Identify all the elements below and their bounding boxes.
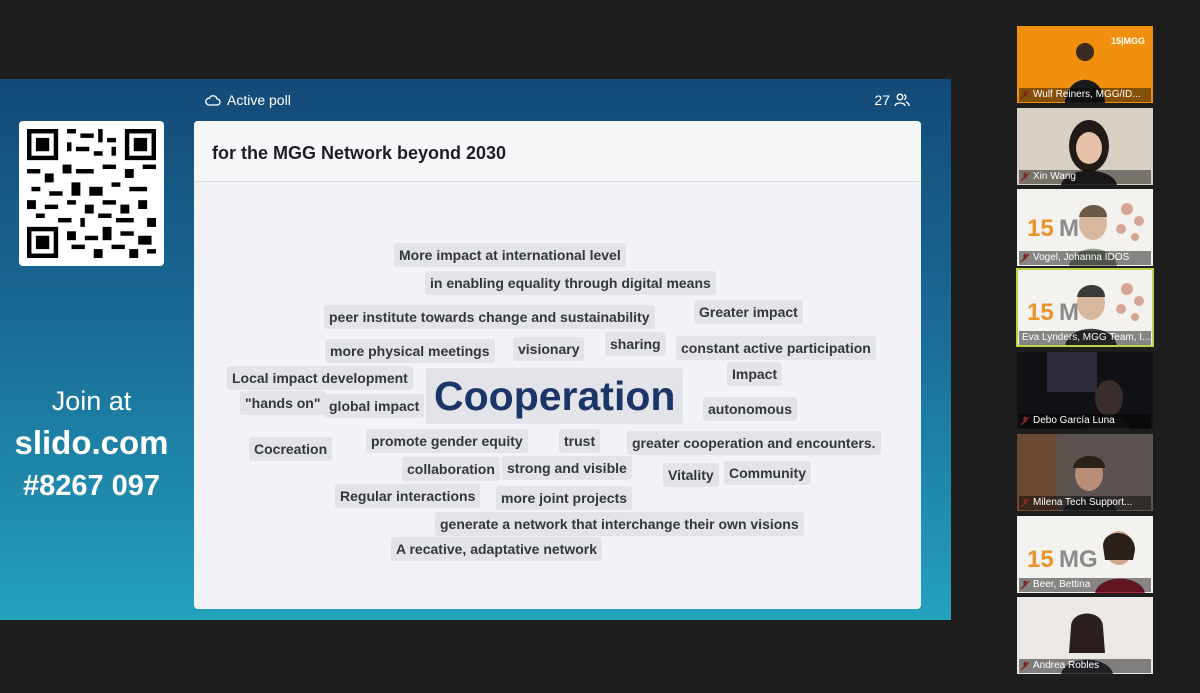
logo-text: M — [1059, 215, 1079, 242]
word-cloud-item-top: Cooperation — [426, 368, 684, 424]
word-cloud-item: collaboration — [402, 457, 500, 481]
poll-question-bar: for the MGG Network beyond 2030 — [194, 121, 921, 182]
participant-name: Debo García Luna — [1019, 414, 1151, 428]
word-cloud-item: "hands on" — [240, 391, 326, 415]
word-cloud-item: global impact — [324, 394, 425, 418]
word-cloud-item: strong and visible — [502, 456, 632, 480]
word-cloud-item: more physical meetings — [325, 339, 495, 363]
word-cloud-item: constant active participation — [676, 336, 876, 360]
word-cloud-item: A recative, adaptative network — [391, 537, 603, 561]
participant-tile[interactable]: 15|MGG Wulf Reiners, MGG/ID... — [1017, 26, 1153, 103]
participant-tile[interactable]: Debo García Luna — [1017, 352, 1153, 429]
logo-text: MG — [1059, 546, 1098, 573]
word-cloud-item: autonomous — [703, 397, 797, 421]
join-at-label: Join at — [51, 386, 132, 416]
participant-name: Vogel, Johanna IDOS — [1019, 251, 1151, 265]
participants-icon — [894, 93, 910, 107]
word-cloud-item: more joint projects — [496, 486, 633, 510]
participant-name: Milena Tech Support... — [1019, 496, 1151, 510]
participant-count: 27 — [874, 92, 890, 108]
word-cloud-item: Greater impact — [694, 300, 803, 324]
word-cloud-item: visionary — [513, 337, 585, 361]
participant-tile-active-speaker[interactable]: 15 M Eva Lynders, MGG Team, I... — [1016, 268, 1154, 347]
participant-tile[interactable]: Milena Tech Support... — [1017, 434, 1153, 511]
word-cloud-item: generate a network that interchange thei… — [435, 512, 804, 536]
word-cloud-item: Cocreation — [249, 437, 333, 461]
logo-text: 15 — [1027, 299, 1054, 326]
poll-header: Active poll 27 — [205, 91, 910, 111]
poll-question: for the MGG Network beyond 2030 — [212, 143, 507, 163]
participant-name: Eva Lynders, MGG Team, I... — [1019, 331, 1151, 345]
qr-code-icon — [27, 129, 156, 258]
logo-text: 15 — [1027, 215, 1054, 242]
participant-name: Beer, Bettina — [1019, 578, 1151, 592]
word-cloud-item: trust — [559, 429, 601, 453]
word-cloud-item: Impact — [727, 362, 783, 386]
join-code: #8267 097 — [22, 470, 161, 502]
participant-name: Wulf Reiners, MGG/ID... — [1019, 88, 1151, 102]
word-cloud-item: sharing — [605, 332, 666, 356]
logo-text: 15|MGG — [1110, 36, 1145, 46]
word-cloud-item: Vitality — [663, 463, 719, 487]
word-cloud-item: Regular interactions — [335, 484, 481, 508]
join-url: slido.com — [14, 424, 169, 461]
participant-tile[interactable]: 15 MG Beer, Bettina — [1017, 516, 1153, 593]
participant-tile[interactable]: Xin Wang — [1017, 108, 1153, 185]
cloud-icon — [205, 95, 221, 106]
poll-card: for the MGG Network beyond 2030 More imp… — [194, 121, 921, 609]
participant-tile[interactable]: Andrea Robles — [1017, 597, 1153, 674]
participant-name: Xin Wang — [1019, 170, 1151, 184]
word-cloud-item: peer institute towards change and sustai… — [324, 305, 655, 329]
word-cloud-item: promote gender equity — [366, 429, 528, 453]
qr-code — [19, 121, 164, 266]
participant-tile[interactable]: 15 M Vogel, Johanna IDOS — [1017, 189, 1153, 266]
word-cloud-item: Community — [724, 461, 811, 485]
logo-text: 15 — [1027, 546, 1054, 573]
word-cloud-item: in enabling equality through digital mea… — [425, 271, 716, 295]
word-cloud-item: greater cooperation and encounters. — [627, 431, 881, 455]
word-cloud-item: More impact at international level — [394, 243, 626, 267]
logo-text: M — [1059, 299, 1079, 326]
poll-status: Active poll — [227, 92, 291, 108]
participant-name: Andrea Robles — [1019, 659, 1151, 673]
word-cloud-item: Local impact development — [227, 366, 413, 390]
